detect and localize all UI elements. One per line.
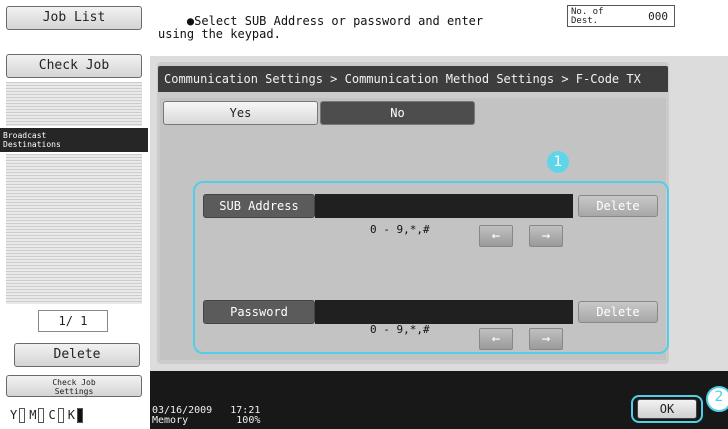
toner-bar-icon [19, 407, 26, 423]
check-job-settings-button[interactable]: Check Job Settings [6, 375, 142, 397]
stripe-divider [6, 82, 142, 126]
password-input[interactable] [315, 300, 573, 324]
instruction-text: ●Select SUB Address or password and ente… [158, 14, 484, 41]
sub-address-delete-button[interactable]: Delete [578, 195, 658, 217]
right-arrow-icon[interactable]: → [529, 225, 563, 247]
ok-button[interactable]: OK [637, 399, 697, 419]
breadcrumb: Communication Settings > Communication M… [158, 66, 668, 92]
sub-address-button[interactable]: SUB Address [203, 194, 315, 218]
sub-address-hint: 0 - 9,*,# [370, 223, 430, 236]
dest-label: No. of Dest. [571, 7, 604, 26]
datetime-memory: 03/16/2009 17:21 Memory 100% [152, 405, 261, 426]
sub-address-input[interactable] [315, 194, 573, 218]
left-panel: Job List Check Job Broadcast Destination… [0, 0, 150, 429]
broadcast-destinations-tab[interactable]: Broadcast Destinations [0, 128, 148, 152]
password-hint: 0 - 9,*,# [370, 323, 430, 336]
toner-indicators: Y M C K [6, 403, 142, 427]
job-list-button[interactable]: Job List [6, 6, 142, 30]
toner-m: M [29, 407, 45, 423]
callout-2: 2 [706, 386, 728, 412]
password-delete-button[interactable]: Delete [578, 301, 658, 323]
toner-c: C [48, 407, 64, 423]
no-button[interactable]: No [320, 101, 475, 125]
right-arrow-icon[interactable]: → [529, 328, 563, 350]
toner-k: K [68, 407, 83, 423]
toner-y: Y [10, 407, 26, 423]
callout-1: 1 [547, 151, 569, 173]
header: ●Select SUB Address or password and ente… [150, 0, 728, 56]
toner-bar-icon [57, 407, 64, 423]
toner-bar-icon [38, 407, 45, 423]
yes-button[interactable]: Yes [163, 101, 318, 125]
page-indicator: 1/ 1 [38, 310, 108, 332]
stripe-area [6, 154, 142, 304]
dest-count: 000 [648, 10, 668, 23]
left-arrow-icon[interactable]: ← [479, 328, 513, 350]
check-job-button[interactable]: Check Job [6, 54, 142, 78]
delete-button[interactable]: Delete [14, 343, 140, 367]
left-arrow-icon[interactable]: ← [479, 225, 513, 247]
toner-bar-icon [76, 407, 83, 423]
password-button[interactable]: Password [203, 300, 315, 324]
destination-count-box: No. of Dest. 000 [567, 5, 675, 27]
